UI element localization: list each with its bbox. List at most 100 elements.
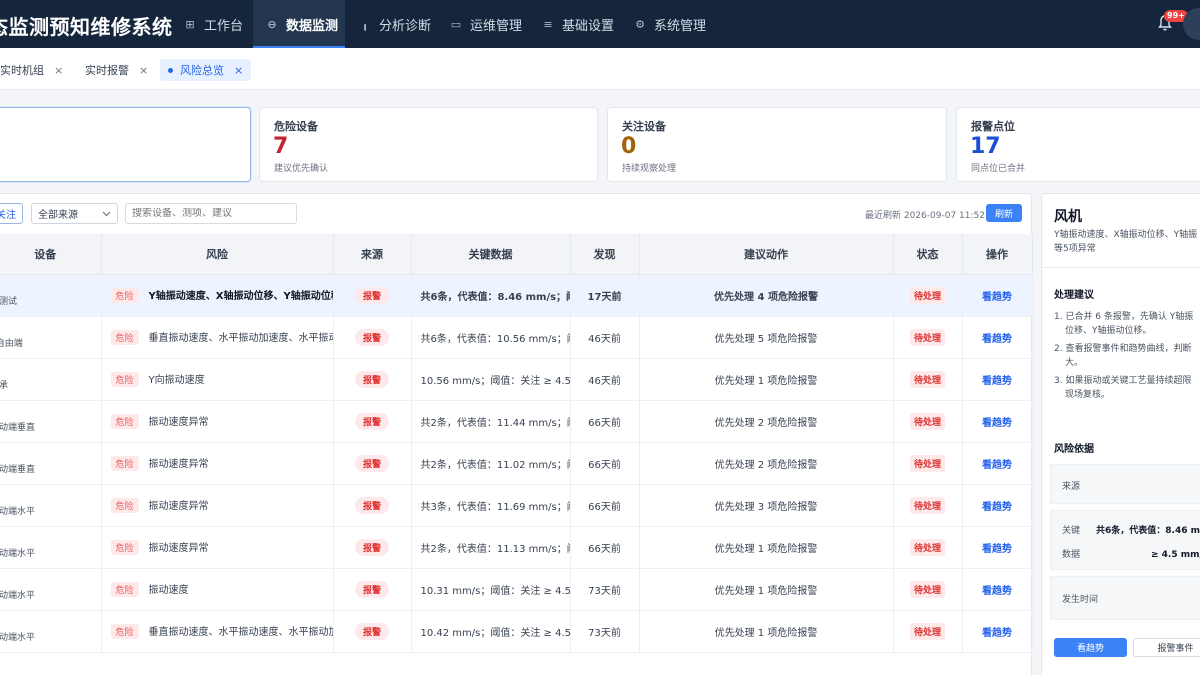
table-row[interactable]: 驱动端水平 危险振动速度异常 报警 共3条，代表值：11.69 mm/s；阈值：≥ 4… — [0, 484, 1033, 527]
status-badge: 待处理 — [909, 538, 945, 556]
col-header-found[interactable]: 发现 — [570, 234, 640, 275]
view-trend-link[interactable]: 看趋势 — [982, 334, 1012, 345]
time-label: 发生时间 — [1062, 595, 1099, 605]
alarm-events-button[interactable]: 报警事件 — [1133, 638, 1200, 657]
divider — [1042, 267, 1200, 268]
nav-item-base-settings[interactable]: ≡ 基础设置 — [530, 0, 622, 48]
nav-item-operations[interactable]: ▭ 运维管理 — [438, 0, 530, 48]
cell-found: 66天前 — [570, 400, 640, 443]
table-row[interactable]: 轴承 危险 Y向振动速度 报警 10.56 mm/s；阈值：关注 ≥ 4.5 mm/s4… — [0, 358, 1033, 401]
cell-key-data: 10.56 mm/s；阈值：关注 ≥ 4.5 mm/s — [411, 358, 571, 401]
cell-action: 优先处理 5 项危险报警 — [639, 316, 894, 359]
col-header-device[interactable]: 设备 — [0, 234, 102, 275]
refresh-button[interactable]: 刷新 — [986, 204, 1022, 222]
view-trend-link[interactable]: 看趋势 — [982, 418, 1012, 429]
risk-level-tag: 危险 — [110, 582, 139, 597]
close-icon[interactable]: × — [139, 64, 148, 77]
source-tag: 报警 — [354, 538, 389, 556]
col-header-source[interactable]: 来源 — [333, 234, 412, 275]
table-row[interactable]: 机测试 危险 Y轴振动速度、X轴振动位移、Y轴振动位移 报警 共6条，代表值：8.46 … — [0, 274, 1033, 317]
cell-action: 优先处理 1 项危险报警 — [639, 610, 894, 653]
risk-text: 振动速度异常 — [148, 459, 209, 470]
table-row[interactable]: 驱动端水平 危险振动速度异常 报警 共2条，代表值：11.13 mm/s；阈值：≥ 4… — [0, 526, 1033, 569]
view-trend-link[interactable]: 看趋势 — [982, 376, 1012, 387]
cell-operation: 看趋势 — [962, 274, 1033, 317]
view-trend-link[interactable]: 看趋势 — [982, 292, 1012, 303]
stat-sub: 建议优先确认 — [274, 164, 329, 174]
nav-item-analysis[interactable]: ╻ 分析诊断 — [347, 0, 437, 48]
nav-item-system[interactable]: ⚙ 系统管理 — [622, 0, 714, 48]
cell-device: 驱动端垂直 — [0, 400, 102, 443]
table-row[interactable]: 驱动端垂直 危险振动速度异常 报警 共2条，代表值：11.02 mm/s；阈值：≥ 4… — [0, 442, 1033, 485]
search-input[interactable] — [132, 208, 290, 219]
col-header-key-data[interactable]: 关键数据 — [411, 234, 571, 275]
nav-item-workbench[interactable]: ⊞ 工作台 — [172, 0, 252, 48]
cell-risk: 危险 振动速度异常 — [101, 400, 334, 443]
source-select[interactable]: 全部来源 — [31, 203, 118, 224]
cell-operation: 看趋势 — [962, 442, 1033, 485]
source-tag: 报警 — [354, 580, 389, 598]
key-value: 共6条，代表值：8.46 m — [1096, 526, 1200, 536]
cell-risk: 危险 振动速度 — [101, 568, 334, 611]
tab-risk-overview[interactable]: 风险总览 × — [160, 59, 252, 81]
cell-action: 优先处理 4 项危险报警 — [639, 274, 894, 317]
nav-item-data-monitoring[interactable]: ⊖ 数据监测 — [253, 0, 345, 48]
cell-source: 报警 — [333, 484, 412, 527]
cell-status: 待处理 — [893, 274, 963, 317]
tab-realtime-units[interactable]: 实时机组 × — [0, 59, 71, 81]
stat-card-alarm-points[interactable]: 报警点位 17 同点位已合并 — [956, 107, 1200, 182]
advice-item: 大。 — [1065, 358, 1084, 368]
col-header-operation[interactable]: 操作 — [962, 234, 1033, 275]
cell-risk: 危险 Y轴振动速度、X轴振动位移、Y轴振动位移 — [101, 274, 334, 317]
key-label: 数据 — [1062, 550, 1081, 560]
stat-title: 报警点位 — [971, 120, 1015, 133]
cell-key-data: 共2条，代表值：11.44 mm/s；阈值：≥ 4.5 mm/s — [411, 400, 571, 443]
view-trend-link[interactable]: 看趋势 — [982, 628, 1012, 639]
view-trend-button[interactable]: 看趋势 — [1054, 638, 1127, 657]
view-trend-link[interactable]: 看趋势 — [982, 460, 1012, 471]
cell-operation: 看趋势 — [962, 484, 1033, 527]
cell-source: 报警 — [333, 400, 412, 443]
nav-item-label: 运维管理 — [470, 18, 523, 34]
nav-item-label: 数据监测 — [286, 18, 339, 34]
source-tag: 报警 — [354, 496, 389, 514]
table-row[interactable]: 1自由端 危险垂直振动速度、水平振动加速度、水平振动速度 报警 共6条，代表值：10.… — [0, 316, 1033, 359]
cell-operation: 看趋势 — [962, 610, 1033, 653]
stat-card-watch-devices[interactable]: 关注设备 0 持续观察处理 — [607, 107, 947, 182]
col-header-action[interactable]: 建议动作 — [639, 234, 894, 275]
close-icon[interactable]: × — [234, 64, 243, 77]
cell-found: 46天前 — [570, 358, 640, 401]
follow-filter-button[interactable]: 关注 — [0, 203, 23, 224]
table-row[interactable]: 驱动端垂直 危险振动速度异常 报警 共2条，代表值：11.44 mm/s；阈值：≥ 4… — [0, 400, 1033, 443]
tab-label: 实时机组 — [0, 64, 44, 77]
view-trend-link[interactable]: 看趋势 — [982, 502, 1012, 513]
tab-label: 风险总览 — [180, 64, 224, 77]
top-navbar: 态监测预知维修系统 ⊞ 工作台 ⊖ 数据监测 ╻ 分析诊断 ▭ 运维管理 ≡ 基… — [0, 0, 1200, 48]
risk-text: 振动速度异常 — [148, 501, 209, 512]
col-header-risk[interactable]: 风险 — [101, 234, 334, 275]
basis-key-box: 关键 数据 共6条，代表值：8.46 m ≥ 4.5 mm/s， — [1050, 510, 1200, 570]
col-header-status[interactable]: 状态 — [893, 234, 963, 275]
source-tag: 报警 — [354, 454, 389, 472]
nav-item-label: 分析诊断 — [379, 18, 432, 34]
advice-item: 1. 已合并 6 条报警，先确认 Y轴振 — [1054, 312, 1194, 322]
table-row[interactable]: 驱动端水平 危险振动速度 报警 10.31 mm/s；阈值：关注 ≥ 4.5 mm/s… — [0, 568, 1033, 611]
risk-level-tag: 危险 — [110, 372, 139, 387]
app-title: 态监测预知维修系统 — [0, 15, 173, 39]
stat-card-danger-devices[interactable]: 危险设备 7 建议优先确认 — [259, 107, 598, 182]
source-tag: 报警 — [354, 328, 389, 346]
search-field[interactable] — [125, 203, 297, 224]
cell-found: 66天前 — [570, 442, 640, 485]
last-refresh-time: 最近刷新 2026-09-07 11:52:38 — [865, 211, 1000, 221]
risk-level-tag: 危险 — [110, 540, 139, 555]
stat-card-selected[interactable] — [0, 107, 251, 182]
risk-level-tag: 危险 — [110, 330, 139, 345]
tab-realtime-alarms[interactable]: 实时报警 × — [77, 59, 156, 81]
cell-action: 优先处理 2 项危险报警 — [639, 400, 894, 443]
table-row[interactable]: 驱动端水平 危险垂直振动速度、水平振动速度、水平振动加速度异常 报警 10.42 mm… — [0, 610, 1033, 653]
close-icon[interactable]: × — [54, 64, 63, 77]
view-trend-link[interactable]: 看趋势 — [982, 544, 1012, 555]
device-name: 驱动端水平 — [0, 506, 36, 517]
view-trend-link[interactable]: 看趋势 — [982, 586, 1012, 597]
chevron-down-icon — [102, 211, 111, 216]
